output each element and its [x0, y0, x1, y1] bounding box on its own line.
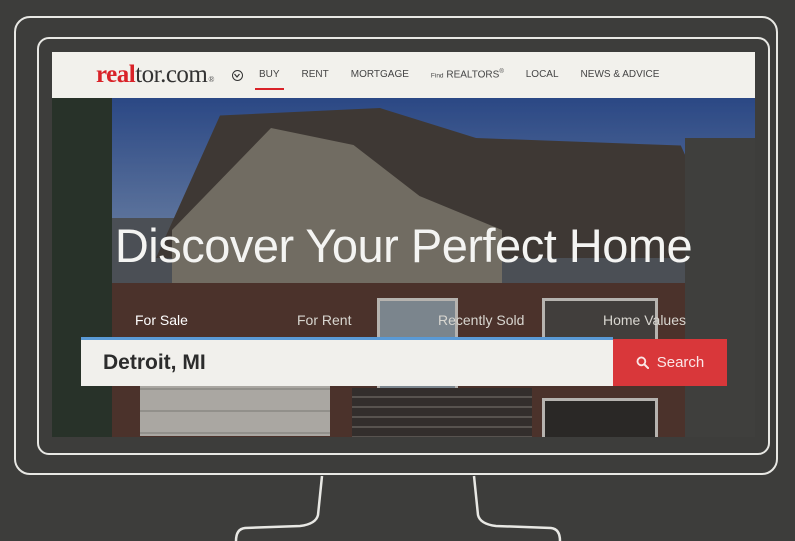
logo-red-text: real — [96, 61, 136, 88]
nav-mortgage[interactable]: MORTGAGE — [351, 69, 409, 80]
search-tabs: For Sale For Rent Recently Sold Home Val… — [82, 312, 752, 332]
tab-home-values[interactable]: Home Values — [603, 312, 686, 328]
nav-find-prefix: Find — [430, 72, 444, 80]
nav-realtors-label: REALTORS — [446, 69, 500, 81]
chevron-down-icon[interactable] — [231, 69, 243, 81]
nav-news-advice[interactable]: NEWS & ADVICE — [581, 69, 660, 80]
realtor-logo[interactable]: real tor.com ® — [96, 61, 214, 89]
nav-local[interactable]: LOCAL — [526, 69, 559, 80]
search-input[interactable] — [101, 350, 585, 376]
nav-rent[interactable]: RENT — [302, 69, 329, 80]
hero-section: Discover Your Perfect Home For Sale For … — [52, 98, 755, 437]
search-icon — [636, 356, 649, 369]
site-header: real tor.com ® BUY RENT MORTGAGE Find REAL… — [52, 52, 755, 98]
tab-for-rent[interactable]: For Rent — [297, 312, 351, 328]
nav-buy[interactable]: BUY — [255, 69, 284, 91]
logo-dark-text: tor.com — [135, 61, 208, 88]
browser-screen: real tor.com ® BUY RENT MORTGAGE Find REAL… — [52, 52, 755, 437]
nav-realtors-trademark: ® — [499, 69, 504, 76]
tab-for-sale[interactable]: For Sale — [135, 312, 188, 328]
search-button-label: Search — [656, 354, 705, 371]
nav-find-realtors[interactable]: Find REALTORS® — [431, 69, 504, 80]
hero-headline: Discover Your Perfect Home — [114, 219, 693, 272]
search-box — [81, 337, 613, 386]
logo-trademark: ® — [208, 75, 214, 84]
tab-recently-sold[interactable]: Recently Sold — [438, 312, 524, 328]
search-button[interactable]: Search — [613, 339, 727, 386]
main-nav: BUY RENT MORTGAGE Find REALTORS® LOCAL N… — [255, 69, 682, 91]
